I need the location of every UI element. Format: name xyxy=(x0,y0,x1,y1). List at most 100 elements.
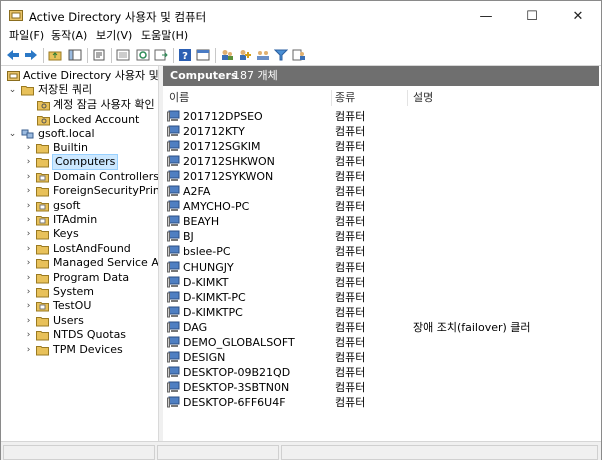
computer-type: 컴퓨터 xyxy=(335,261,366,274)
tree-item-container[interactable]: › Domain Controllers xyxy=(1,170,158,184)
tree-label: System xyxy=(53,285,95,298)
list-item[interactable]: D-KIMKT 컴퓨터 xyxy=(163,275,599,290)
tree-item-container[interactable]: › ForeignSecurityPrincipal xyxy=(1,184,158,198)
computer-name: DEMO_GLOBALSOFT xyxy=(183,336,295,349)
tree-item-container[interactable]: › Program Data xyxy=(1,271,158,285)
list-item[interactable]: D-KIMKT-PC 컴퓨터 xyxy=(163,290,599,305)
tree-item-container[interactable]: › ITAdmin xyxy=(1,213,158,227)
collapsed-icon[interactable]: › xyxy=(24,170,33,184)
collapsed-icon[interactable]: › xyxy=(24,343,33,357)
collapsed-icon[interactable]: › xyxy=(24,155,33,169)
tree-root[interactable]: Active Directory 사용자 및 컴퓨 xyxy=(1,69,158,83)
list-item[interactable]: AMYCHO-PC 컴퓨터 xyxy=(163,199,599,214)
refresh-button[interactable] xyxy=(135,47,151,63)
tree-item-container[interactable]: › Computers xyxy=(1,154,158,170)
tree-item-container[interactable]: › System xyxy=(1,285,158,299)
collapsed-icon[interactable]: › xyxy=(24,184,33,198)
menu-view[interactable]: 보기(V) xyxy=(96,27,132,43)
list-item[interactable]: 201712SYKWON 컴퓨터 xyxy=(163,169,599,184)
collapsed-icon[interactable]: › xyxy=(24,285,33,299)
tree-item-domain[interactable]: ⌄ gsoft.local xyxy=(1,127,158,141)
collapsed-icon[interactable]: › xyxy=(24,299,33,313)
expanded-icon[interactable]: ⌄ xyxy=(8,127,17,141)
tree-item-container[interactable]: › gsoft xyxy=(1,199,158,213)
list-item[interactable]: D-KIMKTPC 컴퓨터 xyxy=(163,305,599,320)
domain-icon xyxy=(21,129,34,139)
tree-item-container[interactable]: › Builtin xyxy=(1,141,158,155)
tree-item-query[interactable]: 계정 잠금 사용자 확인 xyxy=(1,98,158,112)
list-item[interactable]: DESKTOP-6FF6U4F 컴퓨터 xyxy=(163,395,599,410)
list-item[interactable]: 201712SGKIM 컴퓨터 xyxy=(163,139,599,154)
details-header: Computers 187 개체 xyxy=(163,66,599,86)
show-tree-button[interactable] xyxy=(67,47,83,63)
export-list-button[interactable] xyxy=(153,47,169,63)
list-item[interactable]: DEMO_GLOBALSOFT 컴퓨터 xyxy=(163,335,599,350)
console-button[interactable] xyxy=(195,47,211,63)
menu-help[interactable]: 도움말(H) xyxy=(141,27,188,43)
list-item[interactable]: 201712SHKWON 컴퓨터 xyxy=(163,154,599,169)
list-item[interactable]: BJ 컴퓨터 xyxy=(163,229,599,244)
status-cell xyxy=(157,445,279,460)
list-item[interactable]: 201712DPSEO 컴퓨터 xyxy=(163,109,599,124)
list-item[interactable]: A2FA 컴퓨터 xyxy=(163,184,599,199)
forward-button[interactable] xyxy=(23,47,39,63)
properties-icon xyxy=(93,49,105,61)
collapsed-icon[interactable]: › xyxy=(24,314,33,328)
add-user-button[interactable] xyxy=(237,47,253,63)
column-name[interactable]: 이름 xyxy=(169,90,189,106)
tree-label: Locked Account xyxy=(53,113,140,126)
users-button[interactable] xyxy=(219,47,235,63)
column-description[interactable]: 설명 xyxy=(413,90,433,106)
delegate-button[interactable] xyxy=(291,47,307,63)
tree-item-container[interactable]: › LostAndFound xyxy=(1,242,158,256)
column-type[interactable]: 종류 xyxy=(335,90,355,106)
computer-icon xyxy=(167,185,180,197)
computer-name: 201712SYKWON xyxy=(183,170,274,183)
help-button[interactable]: ? xyxy=(177,47,193,63)
tree-label: Users xyxy=(53,314,84,327)
tree-label: 계정 잠금 사용자 확인 xyxy=(53,98,155,111)
back-button[interactable] xyxy=(5,47,21,63)
computer-type: 컴퓨터 xyxy=(335,200,366,213)
list-item[interactable]: DESIGN 컴퓨터 xyxy=(163,350,599,365)
expanded-icon[interactable]: ⌄ xyxy=(8,83,17,97)
list-item[interactable]: DAG 컴퓨터 장애 조치(failover) 클러 xyxy=(163,320,599,335)
tree-label: gsoft xyxy=(53,199,81,212)
collapsed-icon[interactable]: › xyxy=(24,271,33,285)
list-item[interactable]: BEAYH 컴퓨터 xyxy=(163,214,599,229)
group-button[interactable] xyxy=(255,47,271,63)
list-item[interactable]: 201712KTY 컴퓨터 xyxy=(163,124,599,139)
query-icon xyxy=(37,116,50,126)
filter-button[interactable] xyxy=(273,47,289,63)
tree-item-container[interactable]: › TPM Devices xyxy=(1,343,158,357)
tree-item-query[interactable]: Locked Account xyxy=(1,113,158,127)
collapsed-icon[interactable]: › xyxy=(24,141,33,155)
tree-item-container[interactable]: › NTDS Quotas xyxy=(1,328,158,342)
tree-item-container[interactable]: › TestOU xyxy=(1,299,158,313)
toolbar: ? xyxy=(1,45,601,65)
list-item[interactable]: bslee-PC 컴퓨터 xyxy=(163,244,599,259)
export-button[interactable] xyxy=(115,47,131,63)
computer-type: 컴퓨터 xyxy=(335,155,366,168)
collapsed-icon[interactable]: › xyxy=(24,213,33,227)
properties-button[interactable] xyxy=(91,47,107,63)
computer-icon xyxy=(167,336,180,348)
computer-name: DESKTOP-09B21QD xyxy=(183,366,291,379)
list-item[interactable]: DESKTOP-09B21QD 컴퓨터 xyxy=(163,365,599,380)
tree-item-container[interactable]: › Managed Service Accou xyxy=(1,256,158,270)
list-item[interactable]: DESKTOP-3SBTN0N 컴퓨터 xyxy=(163,380,599,395)
tree-item-saved-queries[interactable]: ⌄ 저장된 쿼리 xyxy=(1,83,158,97)
collapsed-icon[interactable]: › xyxy=(24,256,33,270)
menu-file[interactable]: 파일(F) xyxy=(9,27,44,43)
list-item[interactable]: CHUNGJY 컴퓨터 xyxy=(163,260,599,275)
tree-item-container[interactable]: › Keys xyxy=(1,227,158,241)
collapsed-icon[interactable]: › xyxy=(24,199,33,213)
computer-type: 컴퓨터 xyxy=(335,125,366,138)
menu-action[interactable]: 동작(A) xyxy=(51,27,87,43)
tree-label: Builtin xyxy=(53,141,88,154)
tree-item-container[interactable]: › Users xyxy=(1,314,158,328)
collapsed-icon[interactable]: › xyxy=(24,242,33,256)
collapsed-icon[interactable]: › xyxy=(24,328,33,342)
collapsed-icon[interactable]: › xyxy=(24,227,33,241)
up-folder-button[interactable] xyxy=(47,47,63,63)
